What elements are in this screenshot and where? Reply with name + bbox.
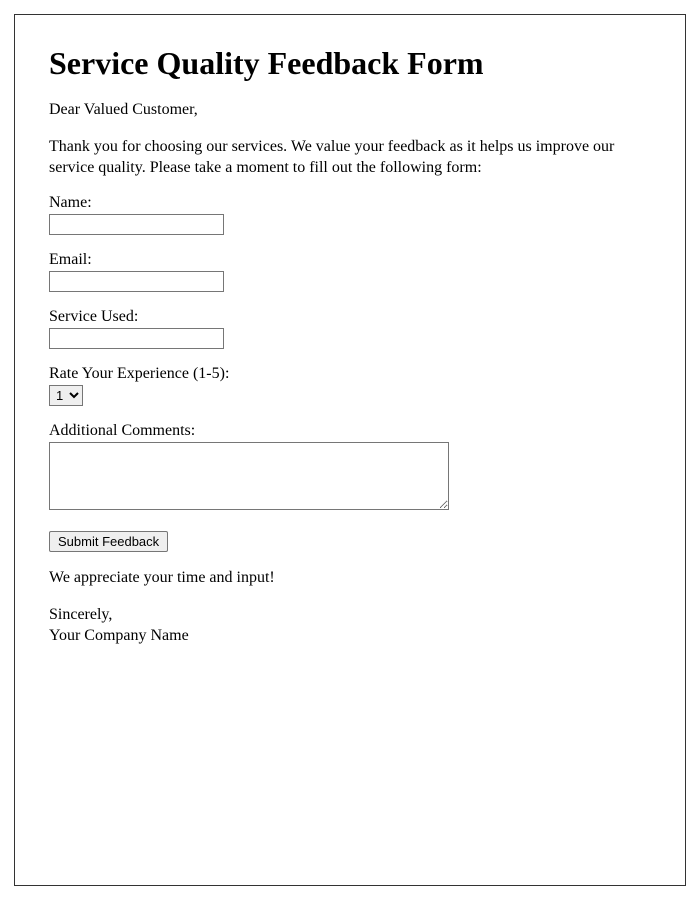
rating-field-group: Rate Your Experience (1-5): 12345: [49, 365, 651, 406]
page-title: Service Quality Feedback Form: [49, 45, 651, 82]
greeting-text: Dear Valued Customer,: [49, 100, 651, 121]
rating-select[interactable]: 12345: [49, 385, 83, 406]
service-label: Service Used:: [49, 308, 651, 326]
name-field-group: Name:: [49, 194, 651, 235]
email-input[interactable]: [49, 271, 224, 292]
comments-field-group: Additional Comments:: [49, 422, 651, 515]
signoff-block: Sincerely, Your Company Name: [49, 605, 651, 647]
email-label: Email:: [49, 251, 651, 269]
submit-group: Submit Feedback: [49, 531, 651, 552]
signoff-text: Sincerely,: [49, 606, 112, 623]
comments-label: Additional Comments:: [49, 422, 651, 440]
service-input[interactable]: [49, 328, 224, 349]
name-label: Name:: [49, 194, 651, 212]
service-field-group: Service Used:: [49, 308, 651, 349]
submit-button[interactable]: Submit Feedback: [49, 531, 168, 552]
intro-text: Thank you for choosing our services. We …: [49, 137, 651, 179]
company-name: Your Company Name: [49, 627, 189, 644]
rating-label: Rate Your Experience (1-5):: [49, 365, 651, 383]
email-field-group: Email:: [49, 251, 651, 292]
comments-textarea[interactable]: [49, 442, 449, 510]
form-page: Service Quality Feedback Form Dear Value…: [14, 14, 686, 886]
appreciation-text: We appreciate your time and input!: [49, 568, 651, 589]
name-input[interactable]: [49, 214, 224, 235]
